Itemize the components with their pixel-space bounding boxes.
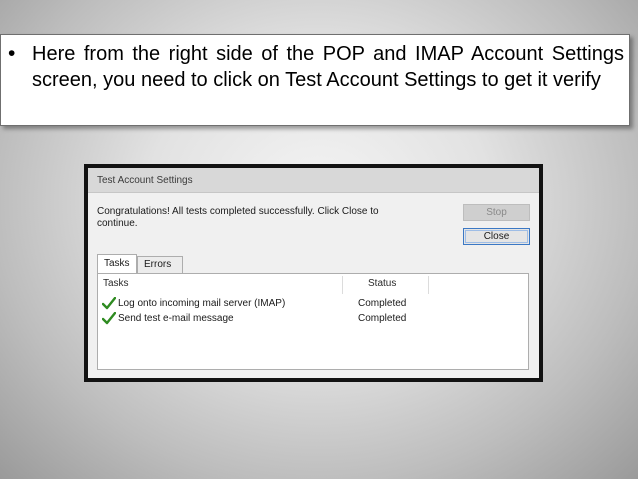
bullet-box: • Here from the right side of the POP an…: [0, 34, 630, 126]
column-header-status[interactable]: Status: [368, 278, 396, 290]
task-label: Send test e-mail message: [118, 313, 234, 324]
bullet-text: Here from the right side of the POP and …: [32, 43, 624, 91]
close-button[interactable]: Close: [463, 228, 530, 245]
task-row[interactable]: Log onto incoming mail server (IMAP) Com…: [98, 297, 528, 311]
check-icon: [102, 297, 116, 310]
tab-tasks[interactable]: Tasks: [97, 254, 137, 273]
tasks-panel: Tasks Status Log onto incoming mail serv…: [97, 273, 529, 370]
tab-errors[interactable]: Errors: [137, 256, 183, 273]
task-status: Completed: [358, 313, 407, 324]
dialog-screenshot: Test Account Settings Congratulations! A…: [84, 164, 543, 382]
check-icon: [102, 312, 116, 325]
task-status: Completed: [358, 298, 407, 309]
dialog-message: Congratulations! All tests completed suc…: [97, 206, 379, 229]
stop-button[interactable]: Stop: [463, 204, 530, 221]
dialog-titlebar: Test Account Settings: [88, 168, 539, 193]
column-divider: [428, 276, 429, 294]
task-label: Log onto incoming mail server (IMAP): [118, 298, 286, 309]
test-account-settings-dialog: Test Account Settings Congratulations! A…: [88, 168, 539, 378]
bullet-symbol: •: [8, 42, 16, 65]
column-divider: [342, 276, 343, 294]
column-header-tasks[interactable]: Tasks: [103, 278, 129, 290]
task-row[interactable]: Send test e-mail message Completed: [98, 312, 528, 326]
dialog-title: Test Account Settings: [97, 175, 193, 186]
